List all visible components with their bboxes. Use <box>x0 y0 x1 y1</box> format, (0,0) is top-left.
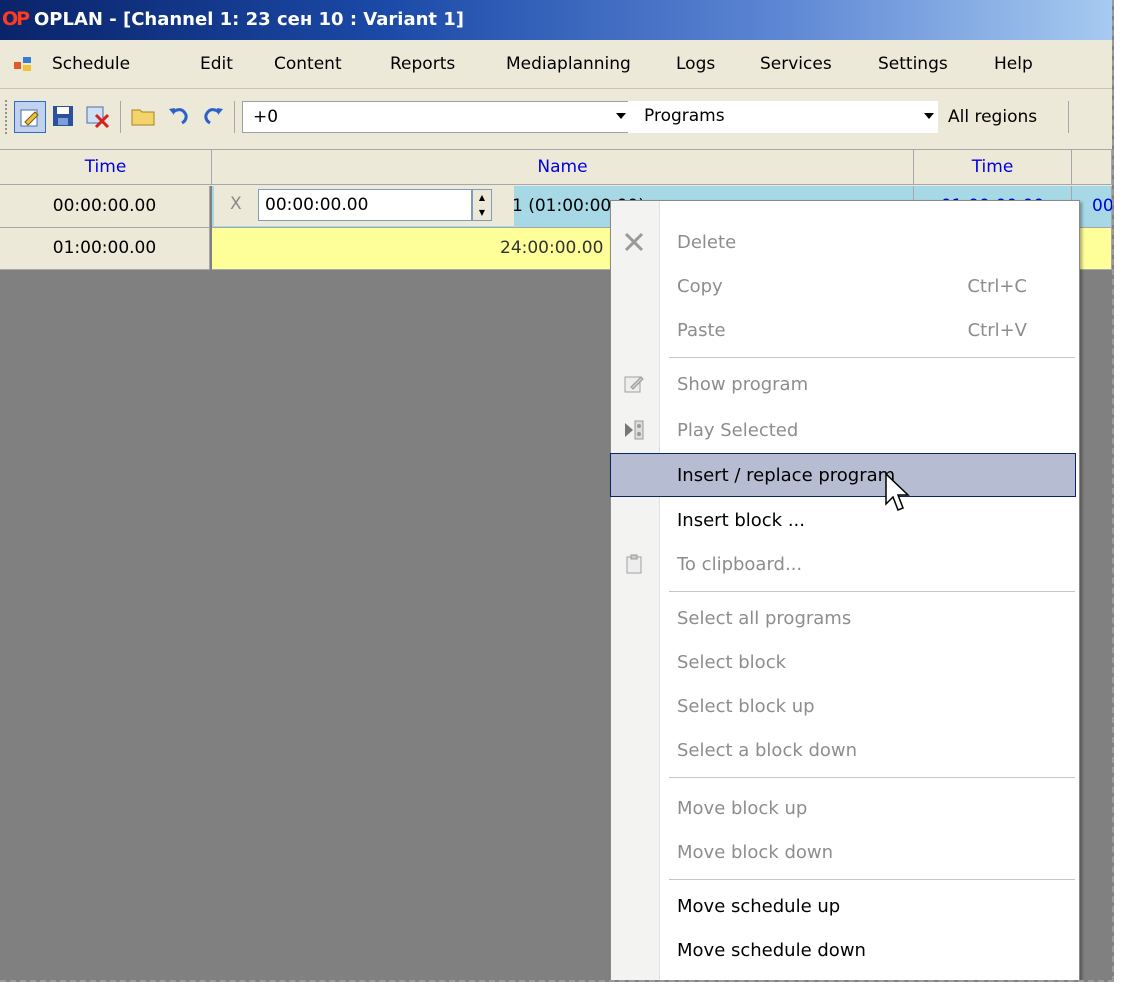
column-header-time[interactable]: Time <box>0 150 212 185</box>
menu-item-move-schedule-up[interactable]: Move schedule up <box>611 885 1077 929</box>
menu-item-play-selected[interactable]: Play Selected <box>611 409 1077 453</box>
menu-item-select-block-up[interactable]: Select block up <box>611 685 1077 729</box>
menu-services[interactable]: Services <box>760 54 832 74</box>
toolbar-grip[interactable] <box>4 99 8 135</box>
menu-bar: Schedule Edit Content Reports Mediaplann… <box>0 40 1112 89</box>
app-logo: OP <box>2 8 30 30</box>
menu-separator <box>669 357 1075 358</box>
open-folder-icon[interactable] <box>128 101 160 133</box>
edit-icon[interactable] <box>14 101 46 133</box>
menu-mediaplanning[interactable]: Mediaplanning <box>506 54 631 74</box>
window-menu-icon[interactable] <box>14 56 32 72</box>
clipboard-icon <box>626 554 642 574</box>
menu-item-insert-replace-program[interactable]: Insert / replace program <box>610 453 1076 497</box>
menu-content[interactable]: Content <box>274 54 342 74</box>
redo-icon[interactable] <box>198 101 230 133</box>
menu-help[interactable]: Help <box>994 54 1033 74</box>
menu-item-select-block-down[interactable]: Select a block down <box>611 729 1077 773</box>
menu-item-move-block-down[interactable]: Move block down <box>611 831 1077 875</box>
context-menu: Delete Copy Ctrl+C Paste Ctrl+V Show pro… <box>610 200 1080 980</box>
menu-item-insert-block[interactable]: Insert block ... <box>611 499 1077 543</box>
type-value: Programs <box>644 106 725 126</box>
mouse-cursor-icon <box>885 472 910 511</box>
row-time: 00:00:00.00 <box>0 186 210 228</box>
menu-reports[interactable]: Reports <box>390 54 455 74</box>
show-program-icon <box>624 376 644 393</box>
offset-value: +0 <box>253 107 279 127</box>
menu-separator <box>669 591 1075 592</box>
type-combo[interactable]: Programs <box>616 101 938 133</box>
title-bar[interactable]: OP OPLAN - [Channel 1: 23 сен 10 : Varia… <box>0 0 1112 40</box>
chevron-down-icon[interactable] <box>924 113 934 119</box>
play-selected-icon <box>625 420 644 440</box>
menu-item-delete[interactable]: Delete <box>611 221 1077 265</box>
delete-x-icon <box>624 232 644 252</box>
regions-dropdown[interactable]: All regions <box>924 101 1058 133</box>
toolbar-separator <box>234 101 235 133</box>
menu-settings[interactable]: Settings <box>878 54 948 74</box>
shortcut-label: Ctrl+C <box>967 276 1027 297</box>
undo-icon[interactable] <box>164 101 196 133</box>
save-icon[interactable] <box>48 101 80 133</box>
offset-combo[interactable]: +0 <box>242 101 632 133</box>
time-spinner[interactable]: ▲ ▼ <box>472 189 492 221</box>
menu-item-copy[interactable]: Copy Ctrl+C <box>611 265 1077 309</box>
menu-item-select-all-programs[interactable]: Select all programs <box>611 597 1077 641</box>
regions-label: All regions <box>948 107 1038 127</box>
menu-edit[interactable]: Edit <box>200 54 233 74</box>
grid-header: Time Name Time <box>0 150 1112 186</box>
app-window: OP OPLAN - [Channel 1: 23 сен 10 : Varia… <box>0 0 1114 982</box>
menu-schedule[interactable]: Schedule <box>52 54 130 74</box>
delete-icon[interactable] <box>82 101 114 133</box>
toolbar-separator <box>120 101 121 133</box>
menu-item-to-clipboard[interactable]: To clipboard... <box>611 543 1077 587</box>
menu-item-show-program[interactable]: Show program <box>611 363 1077 407</box>
menu-separator <box>669 879 1075 880</box>
chevron-down-icon[interactable] <box>616 113 626 119</box>
window-title: OPLAN - [Channel 1: 23 сен 10 : Variant … <box>34 9 465 30</box>
menu-logs[interactable]: Logs <box>676 54 715 74</box>
menu-item-paste[interactable]: Paste Ctrl+V <box>611 309 1077 353</box>
menu-separator <box>669 777 1075 778</box>
time-editor: X 00:00:00.00 ▲ ▼ <box>214 186 514 226</box>
toolbar-separator <box>1068 101 1069 133</box>
spin-down-icon[interactable]: ▼ <box>473 205 491 220</box>
menu-item-select-block[interactable]: Select block <box>611 641 1077 685</box>
menu-item-move-schedule-down[interactable]: Move schedule down <box>611 929 1077 973</box>
spin-up-icon[interactable]: ▲ <box>473 190 491 205</box>
column-header-end-time[interactable]: Time <box>914 150 1072 185</box>
clear-button[interactable]: X <box>230 194 242 214</box>
column-header-name[interactable]: Name <box>212 150 914 185</box>
toolbar: +0 Programs All regions <box>0 89 1112 150</box>
row-time: 01:00:00.00 <box>0 228 210 270</box>
menu-item-move-block-up[interactable]: Move block up <box>611 787 1077 831</box>
shortcut-label: Ctrl+V <box>967 320 1027 341</box>
column-header-extra[interactable] <box>1072 150 1112 185</box>
time-input[interactable]: 00:00:00.00 <box>258 189 472 221</box>
